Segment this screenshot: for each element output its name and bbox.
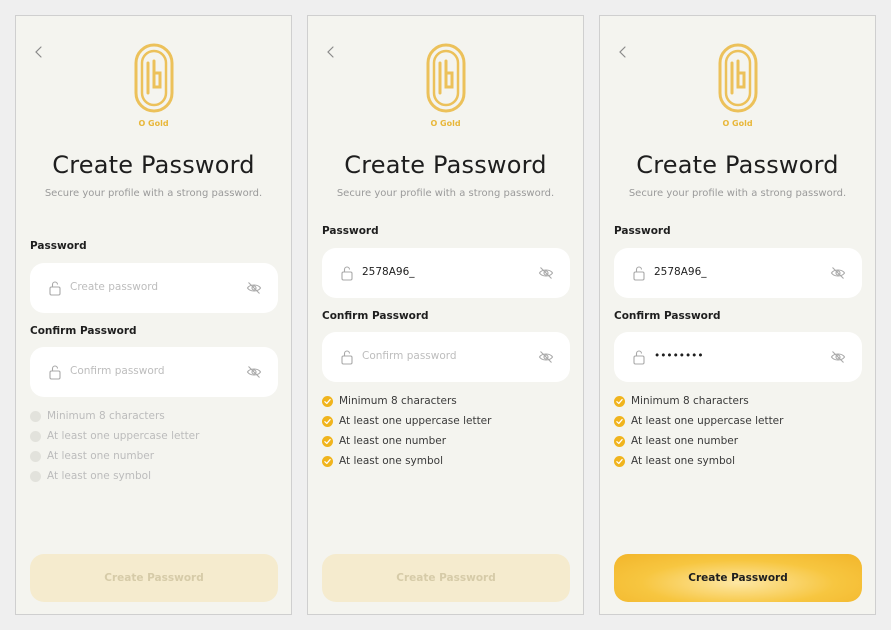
- back-icon[interactable]: [616, 44, 630, 58]
- page-subtitle: Secure your profile with a strong passwo…: [628, 188, 847, 199]
- rule-text: At least one number: [339, 435, 447, 447]
- password-input[interactable]: 2578A96_: [654, 266, 707, 278]
- brand-name: O Gold: [138, 119, 169, 128]
- password-label: Password: [322, 225, 379, 237]
- empty-circle-icon: [30, 411, 41, 422]
- confirm-password-field[interactable]: Confirm password: [30, 347, 278, 397]
- empty-circle-icon: [30, 471, 41, 482]
- rule-text: Minimum 8 characters: [339, 395, 457, 407]
- password-field[interactable]: 2578A96_: [322, 248, 570, 298]
- confirm-password-input[interactable]: Confirm password: [362, 350, 457, 362]
- page-subtitle: Secure your profile with a strong passwo…: [336, 188, 555, 199]
- lock-icon: [632, 265, 646, 281]
- logo-icon: [134, 43, 174, 113]
- page-subtitle: Secure your profile with a strong passwo…: [44, 188, 263, 199]
- password-field[interactable]: 2578A96_: [614, 248, 862, 298]
- confirm-password-label: Confirm Password: [30, 325, 137, 337]
- rule-text: At least one number: [47, 450, 155, 462]
- rule-text: At least one number: [631, 435, 739, 447]
- eye-off-icon[interactable]: [538, 349, 554, 365]
- lock-icon: [48, 364, 62, 380]
- screen-2: O Gold Create Password Secure your profile…: [307, 15, 584, 615]
- screen-3: O Gold Create Password Secure your profile…: [599, 15, 876, 615]
- password-input[interactable]: 2578A96_: [362, 266, 415, 278]
- check-circle-icon: [322, 396, 333, 407]
- create-password-button[interactable]: Create Password: [30, 554, 278, 602]
- check-circle-icon: [322, 456, 333, 467]
- eye-off-icon[interactable]: [246, 280, 262, 296]
- rule-text: At least one uppercase letter: [47, 430, 200, 442]
- password-label: Password: [614, 225, 671, 237]
- check-circle-icon: [322, 416, 333, 427]
- page-title: Create Password: [636, 151, 839, 179]
- back-icon[interactable]: [324, 44, 338, 58]
- rule-text: Minimum 8 characters: [631, 395, 749, 407]
- eye-off-icon[interactable]: [830, 349, 846, 365]
- logo-icon: [426, 43, 466, 113]
- confirm-password-field[interactable]: ••••••••: [614, 332, 862, 382]
- rule-text: At least one symbol: [339, 455, 443, 467]
- confirm-password-field[interactable]: Confirm password: [322, 332, 570, 382]
- check-circle-icon: [614, 436, 625, 447]
- rule-text: At least one symbol: [47, 470, 151, 482]
- confirm-password-label: Confirm Password: [614, 310, 721, 322]
- lock-icon: [340, 349, 354, 365]
- lock-icon: [340, 265, 354, 281]
- create-password-button[interactable]: Create Password: [614, 554, 862, 602]
- rule-text: At least one uppercase letter: [631, 415, 784, 427]
- brand-name: O Gold: [722, 119, 753, 128]
- check-circle-icon: [614, 456, 625, 467]
- logo-icon: [718, 43, 758, 113]
- lock-icon: [48, 280, 62, 296]
- check-circle-icon: [614, 396, 625, 407]
- page-title: Create Password: [344, 151, 547, 179]
- confirm-password-input[interactable]: ••••••••: [654, 350, 704, 362]
- create-password-button[interactable]: Create Password: [322, 554, 570, 602]
- confirm-password-input[interactable]: Confirm password: [70, 365, 165, 377]
- brand-name: O Gold: [430, 119, 461, 128]
- empty-circle-icon: [30, 431, 41, 442]
- page-title: Create Password: [52, 151, 255, 179]
- check-circle-icon: [614, 416, 625, 427]
- screen-1: O Gold Create Password Secure your profile…: [15, 15, 292, 615]
- password-label: Password: [30, 240, 87, 252]
- lock-icon: [632, 349, 646, 365]
- confirm-password-label: Confirm Password: [322, 310, 429, 322]
- back-icon[interactable]: [32, 44, 46, 58]
- rule-text: At least one symbol: [631, 455, 735, 467]
- eye-off-icon[interactable]: [538, 265, 554, 281]
- password-field[interactable]: Create password: [30, 263, 278, 313]
- check-circle-icon: [322, 436, 333, 447]
- rule-text: At least one uppercase letter: [339, 415, 492, 427]
- empty-circle-icon: [30, 451, 41, 462]
- rule-text: Minimum 8 characters: [47, 410, 165, 422]
- password-input[interactable]: Create password: [70, 281, 158, 293]
- eye-off-icon[interactable]: [830, 265, 846, 281]
- eye-off-icon[interactable]: [246, 364, 262, 380]
